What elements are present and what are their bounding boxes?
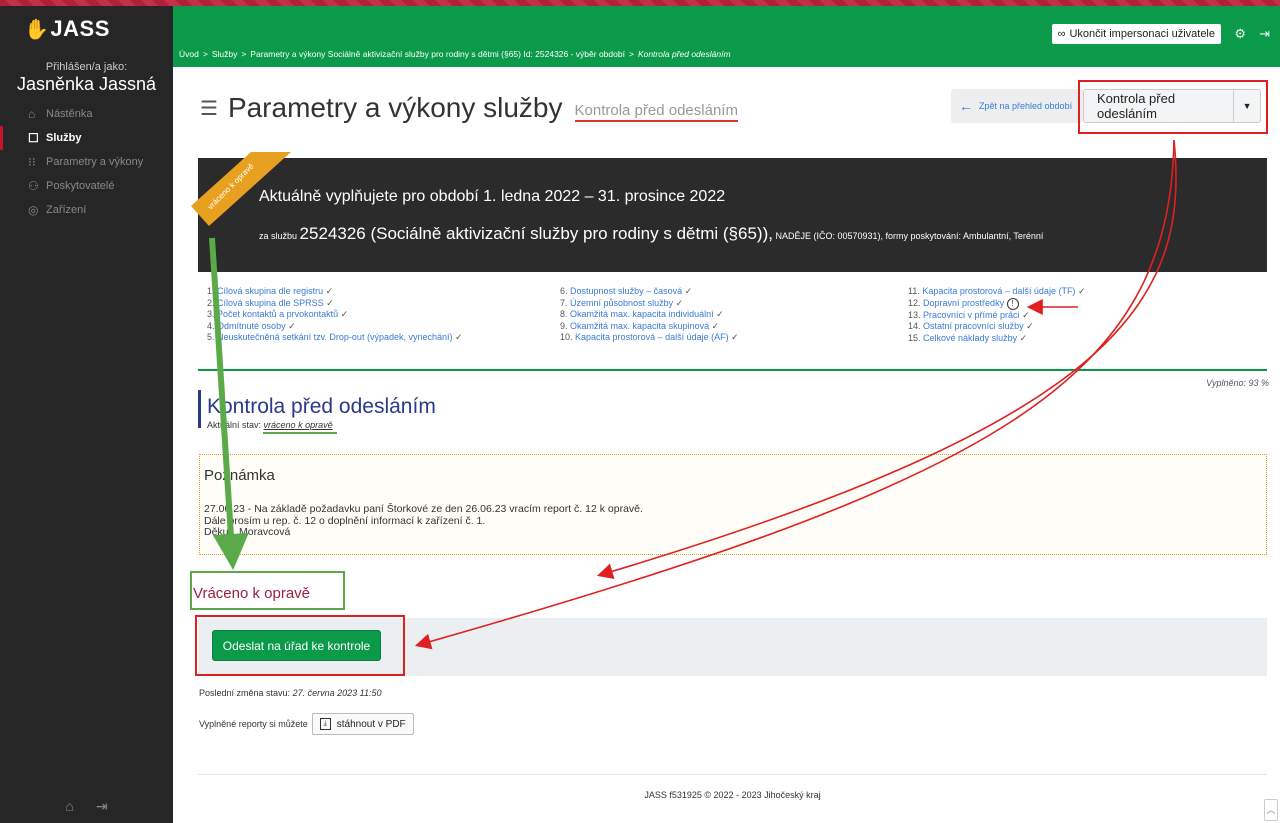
logout-icon[interactable]: ⇥: [1259, 26, 1270, 42]
footer-divider: [198, 774, 1267, 775]
end-impersonation-button[interactable]: ∞ Ukončit impersonaci uživatele: [1051, 24, 1221, 44]
sidebar-bottom: ⌂ ⇥: [0, 798, 173, 815]
breadcrumb-services[interactable]: Služby: [212, 49, 238, 59]
breadcrumb-home[interactable]: Úvod: [179, 49, 199, 59]
current-status: Aktuální stav: vráceno k opravě: [207, 420, 333, 430]
section-accent-bar: [198, 390, 201, 428]
list-item[interactable]: 8. Okamžitá max. kapacita individuální ✓: [560, 309, 739, 321]
list-item[interactable]: 4. Odmítnuté osoby ✓: [207, 321, 463, 333]
breadcrumb-current: Kontrola před odesláním: [637, 49, 731, 59]
home-icon[interactable]: ⌂: [65, 798, 73, 815]
warning-icon: !: [1006, 297, 1019, 310]
login-label: Přihlášen/a jako:: [45, 61, 128, 73]
breadcrumb-params[interactable]: Parametry a výkony Sociálně aktivizační …: [250, 49, 625, 59]
sidebar-item-providers[interactable]: ⚇ Poskytovatelé: [0, 174, 173, 198]
sidebar-nav: ⌂ Nástěnka ☐ Služby ⁝⁝ Parametry a výkony ⚇…: [0, 102, 173, 222]
checklist-col1: 1. Cílová skupina dle registru ✓ 2. Cílo…: [207, 286, 463, 344]
list-item[interactable]: 11. Kapacita prostorová – další údaje (T…: [908, 286, 1086, 298]
topbar: ∞ Ukončit impersonaci uživatele ⚙ ⇥ Úvod >…: [173, 6, 1280, 67]
annotation-box-dropdown: [1078, 80, 1268, 134]
annotation-box-submit: [195, 615, 405, 676]
page-title: ☰ Parametry a výkony služby Kontrola pře…: [200, 92, 738, 123]
footer: JASS f531925 © 2022 - 2023 Jihočeský kra…: [644, 790, 821, 800]
arrow-left-icon: ←: [959, 98, 973, 114]
breadcrumb: Úvod > Služby > Parametry a výkony Sociálně …: [179, 49, 731, 59]
period-line: Aktuálně vyplňujete pro období 1. ledna …: [259, 188, 726, 205]
list-item[interactable]: 9. Okamžitá max. kapacita skupinová ✓: [560, 321, 739, 333]
status-value: vráceno k opravě: [263, 420, 333, 430]
service-name: 2524326 (Sociálně aktivizační služby pro…: [299, 224, 773, 243]
annotation-underline: [263, 432, 337, 434]
users-icon: ⚇: [28, 179, 39, 193]
list-item[interactable]: 1. Cílová skupina dle registru ✓: [207, 286, 463, 298]
pdf-row: Vyplněné reporty si můžete ⤓ stáhnout v P…: [199, 713, 414, 735]
hand-logo-icon: ✋: [24, 19, 50, 41]
list-item[interactable]: 14. Ostatní pracovníci služby ✓: [908, 321, 1086, 333]
scroll-top-button[interactable]: ︿: [1264, 799, 1278, 821]
returned-heading: Vráceno k opravě: [193, 585, 311, 602]
service-line: za službu 2524326 (Sociálně aktivizační …: [259, 224, 1044, 243]
checklist-col3: 11. Kapacita prostorová – další údaje (T…: [908, 286, 1086, 344]
download-pdf-button[interactable]: ⤓ stáhnout v PDF: [311, 713, 414, 735]
list-item[interactable]: 5. Neuskutečněná setkání tzv. Drop-out (…: [207, 332, 463, 344]
checklist-col2: 6. Dostupnost služby – časová ✓ 7. Územn…: [560, 286, 739, 344]
status-ribbon: [191, 152, 291, 226]
list-item[interactable]: 6. Dostupnost služby – časová ✓: [560, 286, 739, 298]
progress-divider: [198, 369, 1267, 371]
list-item[interactable]: 3. Počet kontaktů a prvokontaktů ✓: [207, 309, 463, 321]
sidebar-item-services[interactable]: ☐ Služby: [0, 126, 173, 150]
page-subtitle: Kontrola před odesláním: [574, 102, 738, 122]
app-logo[interactable]: ✋JASS: [24, 16, 110, 42]
period-banner: Aktuálně vyplňujete pro období 1. ledna …: [198, 158, 1267, 272]
home-icon: ⌂: [28, 107, 36, 121]
note-text: 27.06.23 - Na základě požadavku paní Što…: [204, 503, 643, 539]
sidebar-item-dashboard[interactable]: ⌂ Nástěnka: [0, 102, 173, 126]
list-item[interactable]: 15. Celkové náklady služby ✓: [908, 333, 1086, 345]
location-icon: ◎: [28, 203, 39, 217]
sidebar-item-facilities[interactable]: ◎ Zařízení: [0, 198, 173, 222]
note-title: Poznámka: [204, 467, 275, 484]
list-item[interactable]: 10. Kapacita prostorová – další údaje (A…: [560, 332, 739, 344]
sliders-icon: ☰: [200, 97, 218, 120]
user-name: Jasněnka Jassná: [16, 74, 157, 94]
grid-icon: ⁝⁝: [28, 155, 36, 169]
pdf-icon: ⤓: [319, 718, 331, 730]
gear-icon[interactable]: ⚙: [1234, 26, 1246, 42]
section-title: Kontrola před odesláním: [207, 395, 436, 418]
list-item[interactable]: 7. Územní působnost služby ✓: [560, 298, 739, 310]
list-item[interactable]: 12. Dopravní prostředky !: [908, 297, 1086, 310]
back-to-periods-link[interactable]: ← Zpět na přehled období: [951, 89, 1083, 123]
last-state-change: Poslední změna stavu: 27. června 2023 11…: [199, 688, 382, 698]
sidebar-item-params[interactable]: ⁝⁝ Parametry a výkony: [0, 150, 173, 174]
sidebar: ✋JASS Přihlášen/a jako: Jasněnka Jassná …: [0, 6, 173, 823]
filled-percent: Vyplněno: 93 %: [1206, 378, 1269, 388]
list-item[interactable]: 2. Cílová skupina dle SPRSS ✓: [207, 298, 463, 310]
list-item[interactable]: 13. Pracovníci v přímé práci ✓: [908, 310, 1086, 322]
bookmark-icon: ☐: [28, 131, 39, 145]
logout-icon[interactable]: ⇥: [96, 798, 108, 815]
glasses-icon: ∞: [1057, 28, 1066, 40]
